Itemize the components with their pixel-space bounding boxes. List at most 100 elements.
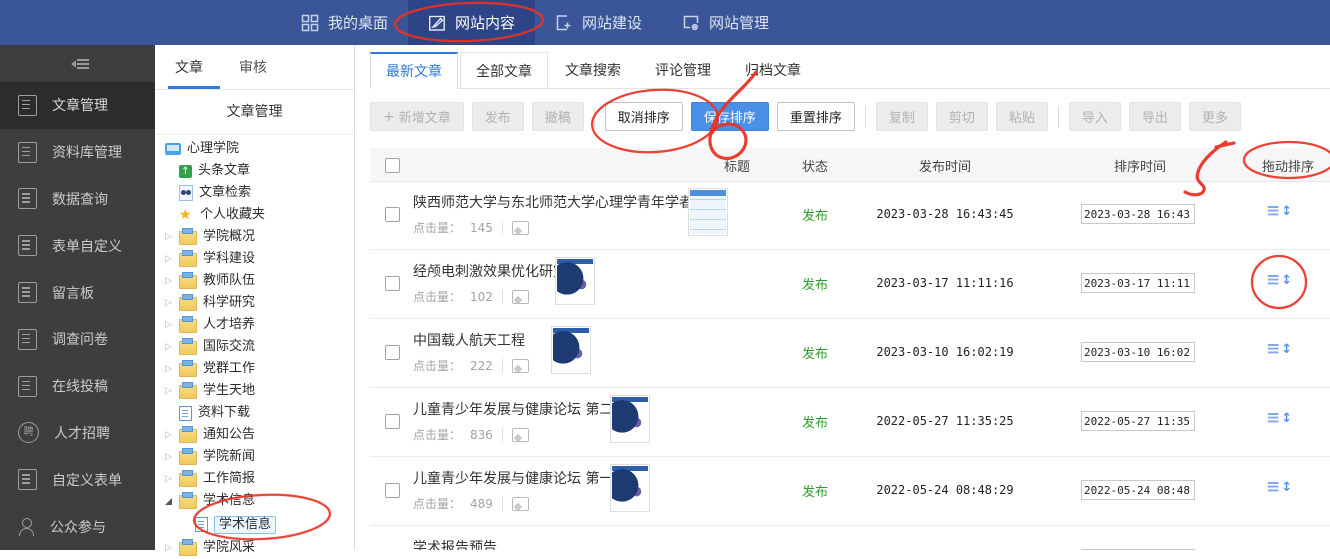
- tree-item[interactable]: 党群工作: [155, 358, 354, 380]
- expand-arrow-icon[interactable]: [165, 232, 179, 242]
- tab-archived-articles[interactable]: 归档文章: [728, 52, 818, 88]
- tab-article-search[interactable]: 文章搜索: [548, 52, 638, 88]
- sort-time-input[interactable]: [1081, 204, 1195, 224]
- sidebar-item-data-query[interactable]: 数据查询: [0, 176, 155, 223]
- sidebar-item-custom-form[interactable]: 自定义表单: [0, 456, 155, 503]
- sidebar-item-article-manage[interactable]: 文章管理: [0, 82, 155, 129]
- expand-arrow-icon[interactable]: [165, 430, 179, 440]
- tab-article[interactable]: 文章: [175, 57, 203, 77]
- tree-item[interactable]: 学院新闻: [155, 446, 354, 468]
- sidebar-item-public[interactable]: 公众参与: [0, 503, 155, 550]
- export-button[interactable]: 导出: [1128, 102, 1181, 131]
- site-build-icon: [555, 14, 573, 32]
- article-thumbnail[interactable]: [688, 188, 728, 236]
- article-thumbnail[interactable]: [555, 257, 595, 305]
- sidebar-item-submission[interactable]: 在线投稿: [0, 363, 155, 410]
- tree-item[interactable]: 通知公告: [155, 424, 354, 446]
- expand-arrow-icon[interactable]: [165, 364, 179, 374]
- column-header-status: 状态: [801, 160, 828, 175]
- tree-item[interactable]: 人才培养: [155, 314, 354, 336]
- select-all-checkbox[interactable]: [385, 158, 400, 173]
- article-title[interactable]: 儿童青少年发展与健康论坛 第二讲: [413, 399, 627, 419]
- article-thumbnail[interactable]: [551, 326, 591, 374]
- expand-arrow-icon[interactable]: [165, 386, 179, 396]
- tree-item[interactable]: 学院风采: [155, 537, 354, 559]
- row-checkbox[interactable]: [385, 207, 400, 222]
- tree-item[interactable]: 国际交流: [155, 336, 354, 358]
- row-checkbox[interactable]: [385, 414, 400, 429]
- sort-time-input[interactable]: [1081, 480, 1195, 500]
- expand-arrow-icon[interactable]: [165, 474, 179, 484]
- collapse-arrow-icon[interactable]: [165, 498, 179, 505]
- sidebar-item-survey[interactable]: 调查问卷: [0, 316, 155, 363]
- more-button[interactable]: 更多: [1188, 102, 1241, 131]
- tab-latest-articles[interactable]: 最新文章: [370, 52, 458, 89]
- expand-arrow-icon[interactable]: [165, 254, 179, 264]
- tree-item[interactable]: 学院概况: [155, 226, 354, 248]
- nav-label: 网站建设: [582, 14, 643, 32]
- expand-arrow-icon[interactable]: [165, 342, 179, 352]
- cut-button[interactable]: 剪切: [935, 102, 988, 131]
- sidebar-item-message-board[interactable]: 留言板: [0, 269, 155, 316]
- expand-arrow-icon[interactable]: [165, 543, 179, 553]
- table-row: 经颅电刺激效果优化研究 点击量： 102 发布 2023-03-17 11:11:…: [370, 250, 1330, 319]
- expand-arrow-icon[interactable]: [165, 276, 179, 286]
- reset-sort-button[interactable]: 重置排序: [776, 102, 855, 131]
- tree-item-root[interactable]: 心理学院: [155, 138, 354, 160]
- article-title[interactable]: 经颅电刺激效果优化研究: [413, 261, 567, 281]
- tree-item[interactable]: 学科建设: [155, 248, 354, 270]
- expand-arrow-icon[interactable]: [165, 452, 179, 462]
- sort-time-input[interactable]: [1081, 342, 1195, 362]
- save-sort-button[interactable]: 保存排序: [690, 102, 769, 131]
- publish-button[interactable]: 发布: [471, 102, 524, 131]
- tree-item[interactable]: 资料下载: [155, 402, 354, 424]
- drag-sort-handle[interactable]: ≡↕: [1266, 341, 1292, 358]
- add-article-button[interactable]: + 新增文章: [370, 102, 464, 131]
- toolbar-divider: [1057, 105, 1059, 128]
- tree-item[interactable]: 工作简报: [155, 468, 354, 490]
- article-title[interactable]: 中国载人航天工程: [413, 330, 525, 350]
- tree-item[interactable]: 头条文章: [155, 160, 354, 182]
- tree-item[interactable]: 学生天地: [155, 380, 354, 402]
- sort-time-input[interactable]: [1081, 273, 1195, 293]
- copy-button[interactable]: 复制: [875, 102, 928, 131]
- sidebar-item-recruit[interactable]: 聘 人才招聘: [0, 410, 155, 457]
- tab-all-articles[interactable]: 全部文章: [460, 52, 548, 88]
- nav-site-content[interactable]: 网站内容: [408, 0, 536, 45]
- sidebar-collapse-button[interactable]: [0, 45, 155, 82]
- tree-item-academic-info[interactable]: 学术信息: [155, 490, 354, 512]
- nav-site-manage[interactable]: 网站管理: [662, 0, 789, 45]
- tree-item[interactable]: 文章检索: [155, 182, 354, 204]
- import-button[interactable]: 导入: [1068, 102, 1121, 131]
- article-thumbnail[interactable]: [610, 464, 650, 512]
- article-title[interactable]: 陕西师范大学与东北师范大学心理学青年学者论坛: [413, 192, 721, 212]
- drag-sort-handle[interactable]: ≡↕: [1266, 479, 1292, 496]
- tree-item[interactable]: 个人收藏夹: [155, 204, 354, 226]
- nav-site-build[interactable]: 网站建设: [535, 0, 662, 45]
- top-navbar: 我的桌面 网站内容 网站建设 网站管理: [0, 0, 1330, 45]
- sidebar-item-library[interactable]: 资料库管理: [0, 129, 155, 176]
- drag-sort-handle[interactable]: ≡↕: [1266, 410, 1292, 427]
- cancel-sort-button[interactable]: 取消排序: [604, 102, 683, 131]
- tree-item[interactable]: 教师队伍: [155, 270, 354, 292]
- row-checkbox[interactable]: [385, 276, 400, 291]
- tab-review[interactable]: 审核: [239, 57, 267, 77]
- tab-comment-manage[interactable]: 评论管理: [638, 52, 728, 88]
- sidebar-item-form-custom[interactable]: 表单自定义: [0, 222, 155, 269]
- retract-button[interactable]: 撤稿: [531, 102, 584, 131]
- article-title[interactable]: 儿童青少年发展与健康论坛 第一讲: [413, 468, 627, 488]
- expand-arrow-icon[interactable]: [165, 298, 179, 308]
- selected-tree-node[interactable]: 学术信息: [214, 515, 277, 534]
- row-checkbox[interactable]: [385, 483, 400, 498]
- drag-sort-handle[interactable]: ≡↕: [1266, 272, 1292, 289]
- article-title[interactable]: 学术报告预告: [413, 537, 497, 550]
- article-thumbnail[interactable]: [610, 395, 650, 443]
- drag-sort-handle[interactable]: ≡↕: [1266, 203, 1292, 220]
- expand-arrow-icon[interactable]: [165, 320, 179, 330]
- tree-item[interactable]: 科学研究: [155, 292, 354, 314]
- row-checkbox[interactable]: [385, 345, 400, 360]
- paste-button[interactable]: 粘贴: [995, 102, 1048, 131]
- nav-my-desktop[interactable]: 我的桌面: [281, 0, 408, 45]
- tree-item-academic-info-child[interactable]: 学术信息: [155, 512, 354, 537]
- sort-time-input[interactable]: [1081, 411, 1195, 431]
